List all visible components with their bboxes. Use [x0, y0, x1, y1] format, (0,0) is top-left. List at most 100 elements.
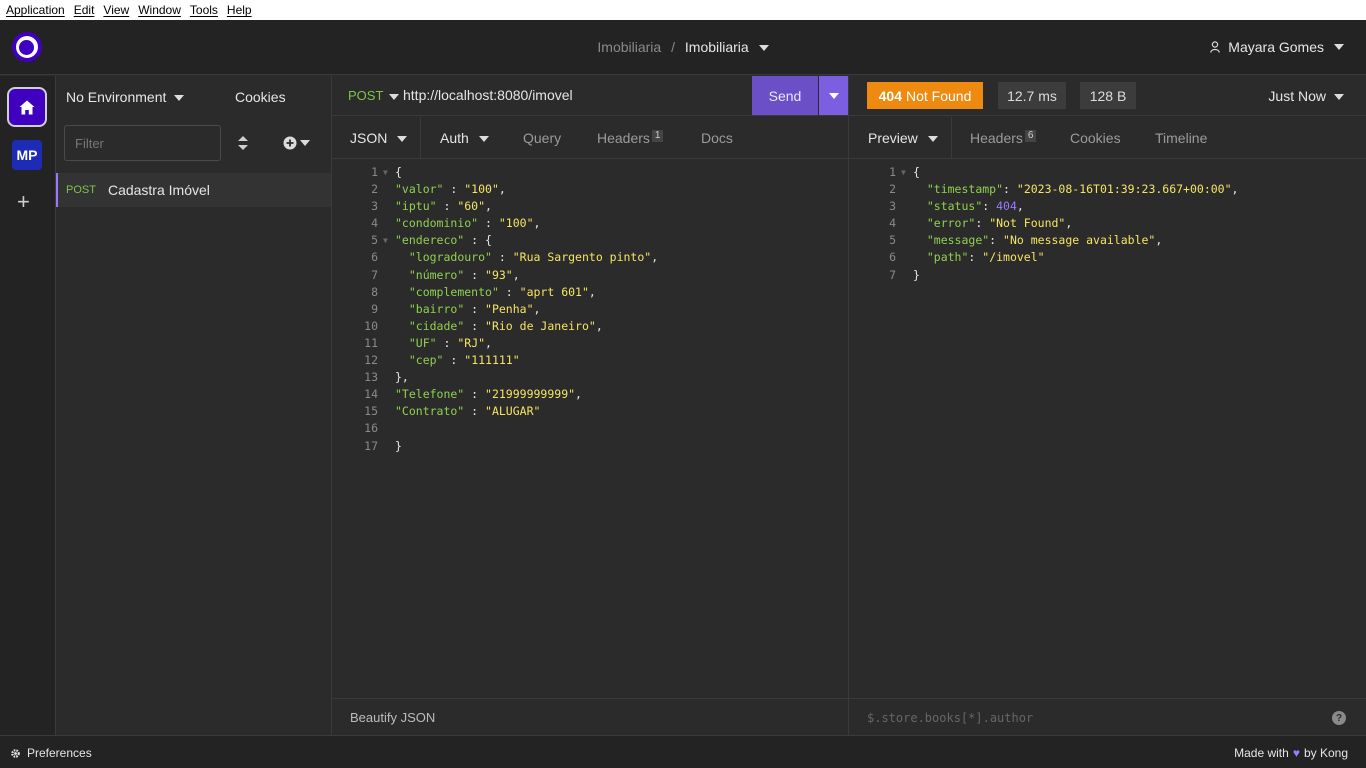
url-input[interactable]: http://localhost:8080/imovel — [403, 87, 573, 103]
tab-json[interactable]: JSON — [350, 130, 408, 146]
request-body-editor[interactable]: 1 ▼ {2 "valor" : "100", 3 "iptu" : "60", 4 "con… — [332, 164, 848, 455]
help-icon[interactable]: ? — [1332, 711, 1346, 725]
menubar: Application Edit View Window Tools Help — [0, 0, 1366, 20]
tab-query[interactable]: Query — [523, 130, 561, 146]
code-token: , — [498, 182, 506, 197]
code-text: "condominio" : "100", — [395, 215, 540, 232]
tab-timeline[interactable]: Timeline — [1155, 130, 1207, 146]
made-with-kong[interactable]: Made with ♥ by Kong — [1234, 746, 1348, 760]
tab-headers-label: Headers — [597, 130, 650, 146]
code-token: "número" — [408, 267, 465, 282]
workspace-avatar[interactable]: MP — [12, 140, 42, 170]
code-token: "2023-08-16T01:39:23.667+00:00" — [1016, 182, 1232, 197]
code-line: 3 "status": 404, — [849, 198, 1366, 215]
code-token: 404 — [996, 199, 1017, 214]
preferences-button[interactable]: Preferences — [10, 746, 92, 760]
response-size: 128 B — [1080, 82, 1136, 109]
tab-headers[interactable]: Headers 1 — [597, 130, 664, 146]
beautify-json-button[interactable]: Beautify JSON — [350, 710, 435, 725]
code-text: } — [395, 438, 402, 455]
chevron-down-icon — [389, 93, 400, 100]
code-token: , — [575, 387, 582, 402]
fold-toggle-icon[interactable]: ▼ — [383, 164, 388, 181]
code-token: "UF" — [408, 335, 437, 350]
code-text: "cep" : "111111" — [395, 352, 520, 369]
tab-response-headers-label: Headers — [970, 130, 1023, 146]
tab-divider — [420, 117, 421, 159]
code-token: "Contrato" — [395, 404, 465, 419]
code-line: 17} — [332, 438, 848, 455]
line-number: 15 — [364, 404, 378, 419]
response-body-viewer[interactable]: 1 ▼ {2 "timestamp": "2023-08-16T01:39:23.6… — [849, 164, 1366, 284]
menu-help[interactable]: Help — [227, 3, 252, 17]
breadcrumb-project[interactable]: Imobiliaria — [597, 39, 661, 55]
send-options-button[interactable] — [819, 76, 848, 115]
history-label: Just Now — [1268, 88, 1326, 104]
send-button[interactable]: Send — [752, 76, 818, 115]
fold-toggle-icon[interactable]: ▼ — [901, 164, 906, 181]
code-token: : — [975, 216, 990, 231]
code-token: { — [395, 165, 402, 179]
add-request-button[interactable] — [283, 136, 310, 150]
code-text: { — [913, 164, 920, 181]
code-token: : — [436, 335, 458, 350]
chevron-down-icon[interactable] — [758, 45, 769, 52]
tab-auth[interactable]: Auth — [440, 130, 489, 146]
code-line: 10 "cidade" : "Rio de Janeiro", — [332, 318, 848, 335]
breadcrumb-collection[interactable]: Imobiliaria — [685, 39, 749, 55]
plus-icon[interactable]: + — [17, 191, 30, 213]
code-token: "bairro" — [408, 301, 465, 316]
tab-docs[interactable]: Docs — [701, 130, 733, 146]
line-number: 5 — [371, 233, 378, 248]
request-name: Cadastra Imóvel — [107, 182, 210, 198]
breadcrumb: Imobiliaria / Imobiliaria — [0, 39, 1366, 55]
menu-edit[interactable]: Edit — [74, 3, 95, 17]
sort-icon[interactable] — [237, 136, 249, 150]
status-code: 404 — [878, 87, 902, 104]
code-token: "status" — [926, 199, 983, 214]
code-text: "Contrato" : "ALUGAR" — [395, 403, 540, 420]
line-number: 13 — [364, 370, 378, 385]
user-name: Mayara Gomes — [1228, 39, 1324, 55]
url-bar: POST http://localhost:8080/imovel Send — [332, 76, 848, 116]
code-line: 1 ▼ { — [849, 164, 1366, 181]
request-item[interactable]: POST Cadastra Imóvel — [56, 173, 331, 207]
line-number: 2 — [889, 182, 896, 197]
tab-response-headers[interactable]: Headers 6 — [970, 130, 1037, 146]
cookies-button[interactable]: Cookies — [235, 89, 286, 105]
method-selector[interactable]: POST — [348, 88, 400, 103]
chevron-down-icon — [300, 140, 310, 146]
menu-window[interactable]: Window — [138, 3, 181, 17]
code-token: "ALUGAR" — [485, 404, 541, 419]
tab-preview[interactable]: Preview — [868, 130, 938, 146]
request-tabs: JSON Auth Query Headers 1 Docs — [332, 117, 848, 159]
code-token: "complemento" — [408, 284, 499, 299]
menu-view[interactable]: View — [103, 3, 129, 17]
code-token: } — [913, 267, 920, 282]
chevron-down-icon — [174, 95, 185, 102]
response-filter-input[interactable] — [859, 704, 1319, 731]
user-menu[interactable]: Mayara Gomes — [1210, 39, 1344, 55]
filter-input[interactable] — [64, 125, 221, 161]
environment-selector[interactable]: No Environment — [66, 89, 185, 105]
history-dropdown[interactable]: Just Now — [1268, 88, 1344, 104]
code-line: 15 "Contrato" : "ALUGAR" — [332, 403, 848, 420]
response-tabs: Preview Headers 6 Cookies Timeline — [849, 117, 1366, 159]
left-rail: MP + — [0, 76, 56, 735]
titlebar: Imobiliaria / Imobiliaria Mayara Gomes — [0, 20, 1366, 75]
environment-label: No Environment — [66, 89, 167, 105]
code-text: "bairro" : "Penha", — [395, 301, 541, 318]
chevron-down-icon — [1334, 44, 1344, 50]
menu-application[interactable]: Application — [6, 3, 65, 17]
code-token: : — [464, 318, 486, 333]
menu-tools[interactable]: Tools — [190, 3, 218, 17]
code-line: 9 "bairro" : "Penha", — [332, 301, 848, 318]
home-button[interactable] — [7, 87, 47, 127]
tab-response-cookies[interactable]: Cookies — [1070, 130, 1121, 146]
code-token: : — [464, 267, 486, 282]
line-number: 3 — [889, 199, 896, 214]
code-token: "logradouro" — [408, 250, 492, 265]
fold-toggle-icon[interactable]: ▼ — [383, 232, 388, 249]
response-bar: 404 Not Found 12.7 ms 128 B Just Now — [849, 76, 1366, 116]
